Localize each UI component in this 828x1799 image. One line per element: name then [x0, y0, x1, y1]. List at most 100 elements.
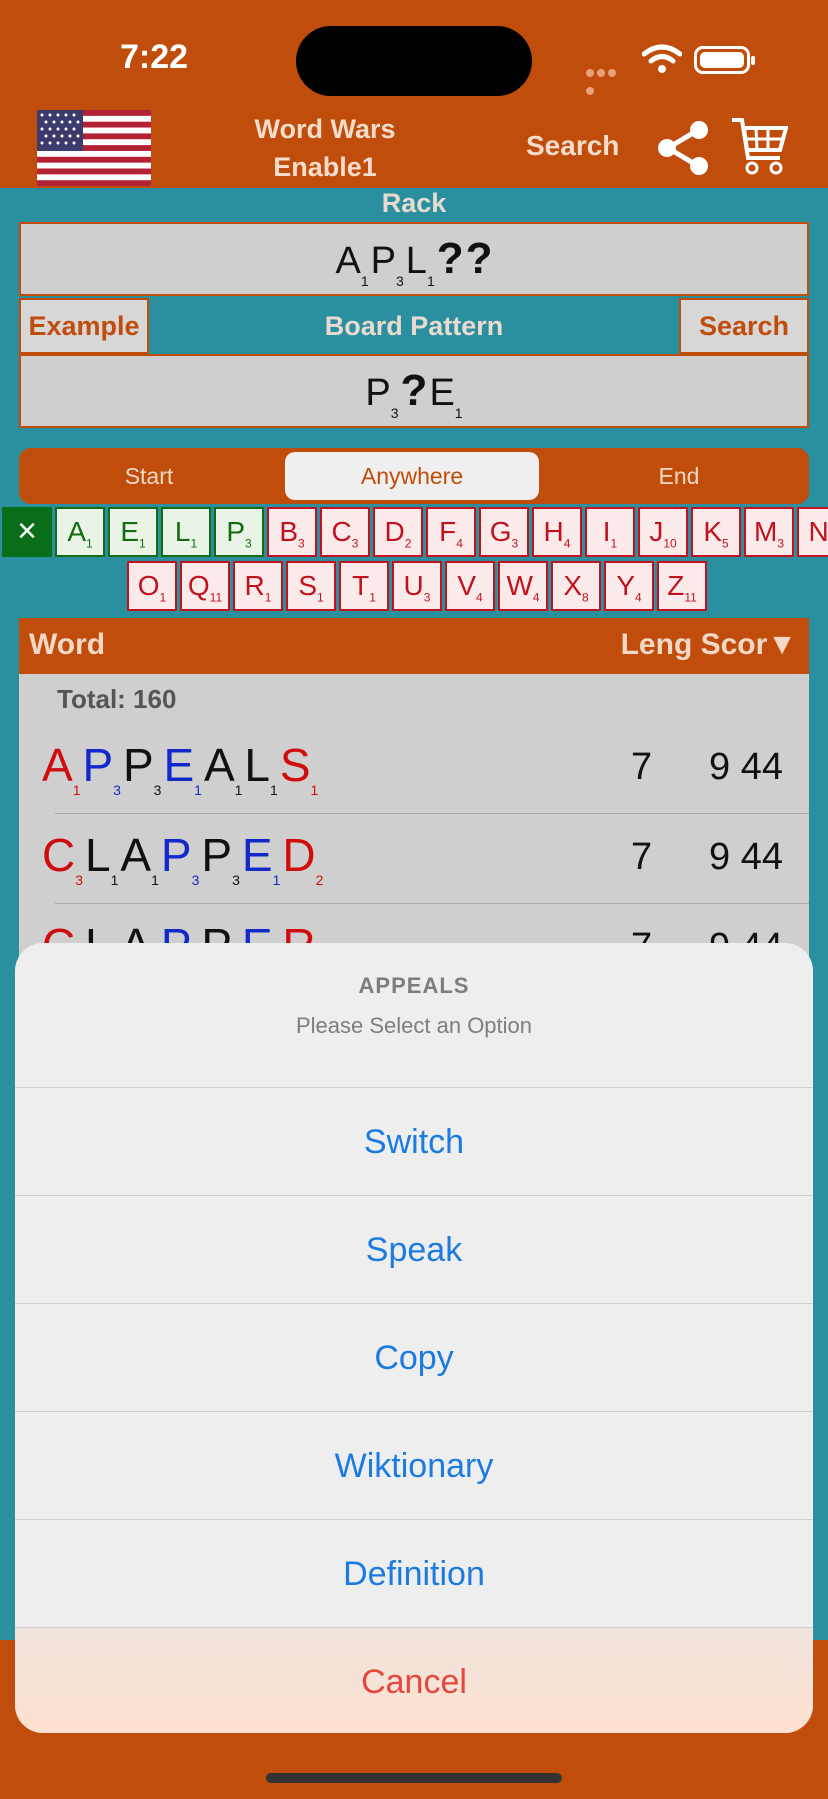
- letter-filter-x[interactable]: X8: [551, 561, 601, 611]
- status-bar: 7:22: [0, 0, 828, 100]
- letter-filter-p[interactable]: P3: [214, 507, 264, 557]
- letter-filter-l[interactable]: L1: [161, 507, 211, 557]
- example-button[interactable]: Example: [19, 298, 149, 354]
- wifi-icon: [642, 44, 682, 73]
- letter-filter-i[interactable]: I1: [585, 507, 635, 557]
- rack-tile: P3: [370, 240, 404, 289]
- result-score: 9 44: [709, 836, 783, 878]
- letter-filter-o[interactable]: O1: [127, 561, 177, 611]
- share-icon[interactable]: [656, 120, 710, 176]
- dynamic-island: [296, 26, 532, 96]
- rack-input[interactable]: A1P3L1??: [19, 222, 809, 296]
- cart-icon[interactable]: [730, 114, 788, 178]
- definition-option[interactable]: Definition: [15, 1520, 813, 1628]
- word-tile: E1: [241, 829, 281, 889]
- word-tile: P3: [82, 739, 121, 799]
- letter-filter-w[interactable]: W4: [498, 561, 548, 611]
- speak-option[interactable]: Speak: [15, 1196, 813, 1304]
- segment-anywhere[interactable]: Anywhere: [285, 452, 539, 500]
- letter-filter-k[interactable]: K5: [691, 507, 741, 557]
- switch-option[interactable]: Switch: [15, 1088, 813, 1196]
- letter-filter-n[interactable]: N1: [797, 507, 828, 557]
- word-tile: C3: [42, 829, 84, 889]
- letter-filter-b[interactable]: B3: [267, 507, 317, 557]
- cancel-button[interactable]: Cancel: [15, 1628, 813, 1733]
- letter-filter-r[interactable]: R1: [233, 561, 283, 611]
- result-word: A1P3P3E1A1L1S1: [41, 738, 319, 799]
- rack-label: Rack: [381, 188, 447, 218]
- status-time: 7:22: [120, 38, 189, 76]
- rack-tiles: A1P3L1??: [21, 234, 807, 289]
- pattern-tile: P3: [365, 372, 399, 421]
- result-length: 7: [631, 836, 653, 878]
- board-pattern-input[interactable]: P3?E1: [19, 354, 809, 428]
- action-sheet-title: APPEALS: [358, 973, 470, 998]
- word-tile: D2: [282, 829, 324, 889]
- pattern-tiles: P3?E1: [21, 366, 807, 421]
- rack-tile: L1: [405, 240, 435, 289]
- letter-filter-t[interactable]: T1: [339, 561, 389, 611]
- result-score: 9 44: [709, 746, 783, 788]
- home-indicator: [266, 1773, 562, 1783]
- letter-filter-q[interactable]: Q11: [180, 561, 230, 611]
- letter-filter-s[interactable]: S1: [286, 561, 336, 611]
- word-tile: E1: [163, 739, 202, 799]
- length-score-column-header[interactable]: Leng Scor▼: [621, 628, 797, 662]
- letter-filter-row-2: O1 Q11 R1 S1 T1 U3 V4 W4 X8 Y4 Z11: [0, 561, 828, 611]
- letter-filter-v[interactable]: V4: [445, 561, 495, 611]
- pattern-tile: ?: [400, 366, 428, 415]
- letter-filter-m[interactable]: M3: [744, 507, 794, 557]
- word-tile: P3: [201, 829, 240, 889]
- nav-bar: Word Wars Enable1 Search: [0, 100, 828, 188]
- word-tile: A1: [42, 739, 81, 799]
- word-tile: L1: [85, 829, 119, 889]
- rack-tile: A1: [335, 240, 369, 289]
- us-flag-icon[interactable]: [37, 110, 151, 186]
- word-tile: L1: [244, 739, 278, 799]
- letter-filter-e[interactable]: E1: [108, 507, 158, 557]
- result-row[interactable]: A1P3P3E1A1L1S1 7 9 44: [19, 724, 809, 814]
- letter-filter-h[interactable]: H4: [532, 507, 582, 557]
- segment-end[interactable]: End: [549, 452, 809, 500]
- signal-dots-icon: [586, 64, 628, 95]
- result-length: 7: [631, 746, 653, 788]
- segment-start[interactable]: Start: [19, 452, 279, 500]
- word-tile: P3: [160, 829, 200, 889]
- battery-icon: [694, 46, 755, 74]
- action-sheet-header: APPEALS Please Select an Option: [15, 943, 813, 1088]
- app-title-line2: Enable1: [273, 152, 377, 182]
- letter-filter-z[interactable]: Z11: [657, 561, 707, 611]
- word-column-header[interactable]: Word: [29, 628, 105, 662]
- pattern-search-button[interactable]: Search: [679, 298, 809, 354]
- letter-filter-row-1: ×A1E1L1P3B3C3D2F4G3H4I1J10K5M3N1: [0, 507, 828, 557]
- letter-filter-d[interactable]: D2: [373, 507, 423, 557]
- app-title: Word Wars Enable1: [230, 110, 420, 186]
- rack-tile: ?: [465, 234, 493, 283]
- letter-filter-c[interactable]: C3: [320, 507, 370, 557]
- action-sheet-subtitle: Please Select an Option: [295, 1013, 533, 1038]
- letter-filter-y[interactable]: Y4: [604, 561, 654, 611]
- letter-filter-u[interactable]: U3: [392, 561, 442, 611]
- board-pattern-row: Example Board Pattern Search: [19, 298, 809, 354]
- app-title-line1: Word Wars: [254, 114, 396, 144]
- letter-filter-g[interactable]: G3: [479, 507, 529, 557]
- board-pattern-label: Board Pattern: [324, 311, 504, 341]
- letter-filter-f[interactable]: F4: [426, 507, 476, 557]
- word-tile: A1: [120, 829, 159, 889]
- clear-filter-icon[interactable]: ×: [2, 507, 52, 557]
- action-sheet: APPEALS Please Select an Option Switch S…: [15, 943, 813, 1733]
- rack-tile: ?: [436, 234, 464, 283]
- letter-filter-j[interactable]: J10: [638, 507, 688, 557]
- letter-filter-a[interactable]: A1: [55, 507, 105, 557]
- pattern-tile: E1: [429, 372, 463, 421]
- word-tile: A1: [203, 739, 243, 799]
- wiktionary-option[interactable]: Wiktionary: [15, 1412, 813, 1520]
- nav-search-button[interactable]: Search: [526, 130, 619, 162]
- word-tile: S1: [279, 739, 319, 799]
- results-header: Word Leng Scor▼: [19, 618, 809, 674]
- copy-option[interactable]: Copy: [15, 1304, 813, 1412]
- result-row[interactable]: C3L1A1P3P3E1D2 7 9 44: [19, 814, 809, 904]
- word-tile: P3: [122, 739, 162, 799]
- results-total: Total: 160: [57, 684, 177, 714]
- position-segmented-control: Start Anywhere End: [19, 448, 809, 504]
